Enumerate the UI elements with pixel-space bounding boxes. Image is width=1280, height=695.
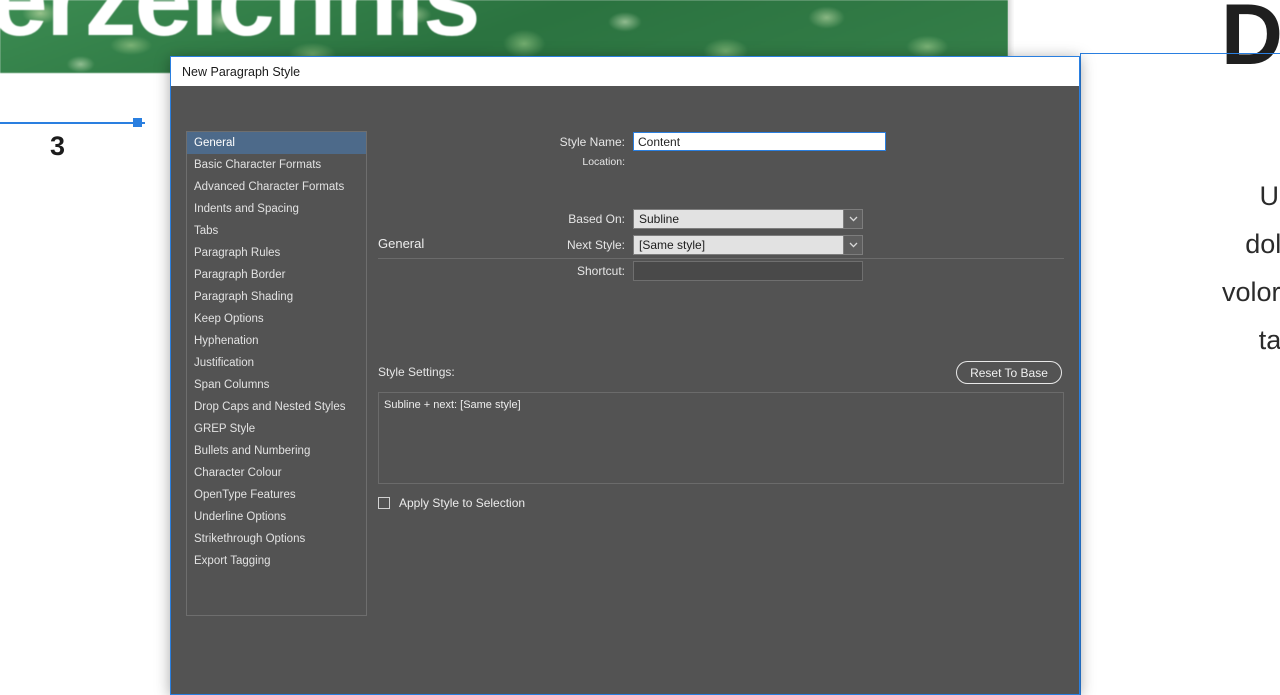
page-number: 3 [50, 131, 66, 161]
body-text-line: volorrumquia [1221, 277, 1280, 307]
text-frame-left-edge [1080, 53, 1081, 695]
based-on-dropdown[interactable]: Subline [633, 209, 863, 229]
reset-to-base-button[interactable]: Reset To Base [956, 361, 1062, 384]
category-list[interactable]: General Basic Character Formats Advanced C… [186, 131, 367, 616]
general-pane: Style Name: Location: General Based On: … [376, 86, 1066, 694]
category-item-strikethrough-options[interactable]: Strikethrough Options [187, 528, 366, 550]
category-item-underline-options[interactable]: Underline Options [187, 506, 366, 528]
location-label: Location: [582, 156, 625, 168]
next-style-row: Next Style: [Same style] [376, 235, 1066, 255]
style-name-label: Style Name: [559, 134, 625, 149]
selection-handle[interactable] [133, 118, 142, 127]
next-style-label: Next Style: [566, 238, 625, 252]
based-on-label: Based On: [568, 212, 625, 226]
category-item-paragraph-border[interactable]: Paragraph Border [187, 264, 366, 286]
based-on-row: Based On: Subline [376, 209, 1066, 229]
shortcut-input[interactable] [633, 261, 863, 281]
body-text-line: ta tqua [1258, 325, 1280, 355]
category-item-advanced-character-formats[interactable]: Advanced Character Formats [187, 176, 366, 198]
style-name-input[interactable] [633, 132, 886, 151]
dialog-title: New Paragraph Style [182, 64, 301, 79]
category-item-character-colour[interactable]: Character Colour [187, 462, 366, 484]
next-style-dropdown[interactable]: [Same style] [633, 235, 863, 255]
category-item-indents-and-spacing[interactable]: Indents and Spacing [187, 198, 366, 220]
body-text-block: Ullisqu dolum sa volorrumquia ta tqua [1100, 172, 1280, 364]
category-item-basic-character-formats[interactable]: Basic Character Formats [187, 154, 366, 176]
shortcut-row: Shortcut: [376, 261, 1066, 281]
style-settings-box: Subline + next: [Same style] [378, 392, 1064, 484]
based-on-value: Subline [639, 212, 680, 226]
category-item-export-tagging[interactable]: Export Tagging [187, 550, 366, 572]
category-item-grep-style[interactable]: GREP Style [187, 418, 366, 440]
apply-style-to-selection-row[interactable]: Apply Style to Selection [378, 496, 525, 510]
location-row: Location: [376, 156, 1066, 168]
dialog-body: General Basic Character Formats Advanced C… [171, 86, 1079, 694]
style-settings-text: Subline + next: [Same style] [384, 399, 521, 411]
style-name-row: Style Name: [376, 132, 1066, 151]
category-item-bullets-and-numbering[interactable]: Bullets and Numbering [187, 440, 366, 462]
apply-style-checkbox[interactable] [378, 497, 390, 509]
chevron-down-icon [843, 210, 862, 228]
category-item-hyphenation[interactable]: Hyphenation [187, 330, 366, 352]
hero-headline-text: erzeichnis [0, 0, 481, 58]
category-item-span-columns[interactable]: Span Columns [187, 374, 366, 396]
next-style-value: [Same style] [639, 238, 706, 252]
category-item-general[interactable]: General [187, 132, 366, 154]
chevron-down-icon [843, 236, 862, 254]
section-divider [378, 258, 1064, 259]
category-item-drop-caps-and-nested-styles[interactable]: Drop Caps and Nested Styles [187, 396, 366, 418]
dialog-titlebar[interactable]: New Paragraph Style [171, 57, 1079, 86]
body-text-line: Ullisqu [1259, 181, 1280, 211]
selection-guide-line [0, 122, 145, 124]
screen: erzeichnis 3 D Ullisqu dolum sa volorrum… [0, 0, 1280, 695]
category-item-tabs[interactable]: Tabs [187, 220, 366, 242]
category-item-paragraph-rules[interactable]: Paragraph Rules [187, 242, 366, 264]
shortcut-label: Shortcut: [576, 264, 625, 278]
text-frame-top-edge [1080, 53, 1280, 54]
category-item-keep-options[interactable]: Keep Options [187, 308, 366, 330]
category-item-opentype-features[interactable]: OpenType Features [187, 484, 366, 506]
style-settings-label: Style Settings: [378, 365, 455, 379]
new-paragraph-style-dialog: New Paragraph Style General Basic Charact… [170, 56, 1080, 695]
apply-style-checkbox-label: Apply Style to Selection [399, 496, 526, 510]
body-text-line: dolum sa [1245, 229, 1280, 259]
drop-cap-letter: D [1220, 0, 1280, 78]
category-item-paragraph-shading[interactable]: Paragraph Shading [187, 286, 366, 308]
category-item-justification[interactable]: Justification [187, 352, 366, 374]
